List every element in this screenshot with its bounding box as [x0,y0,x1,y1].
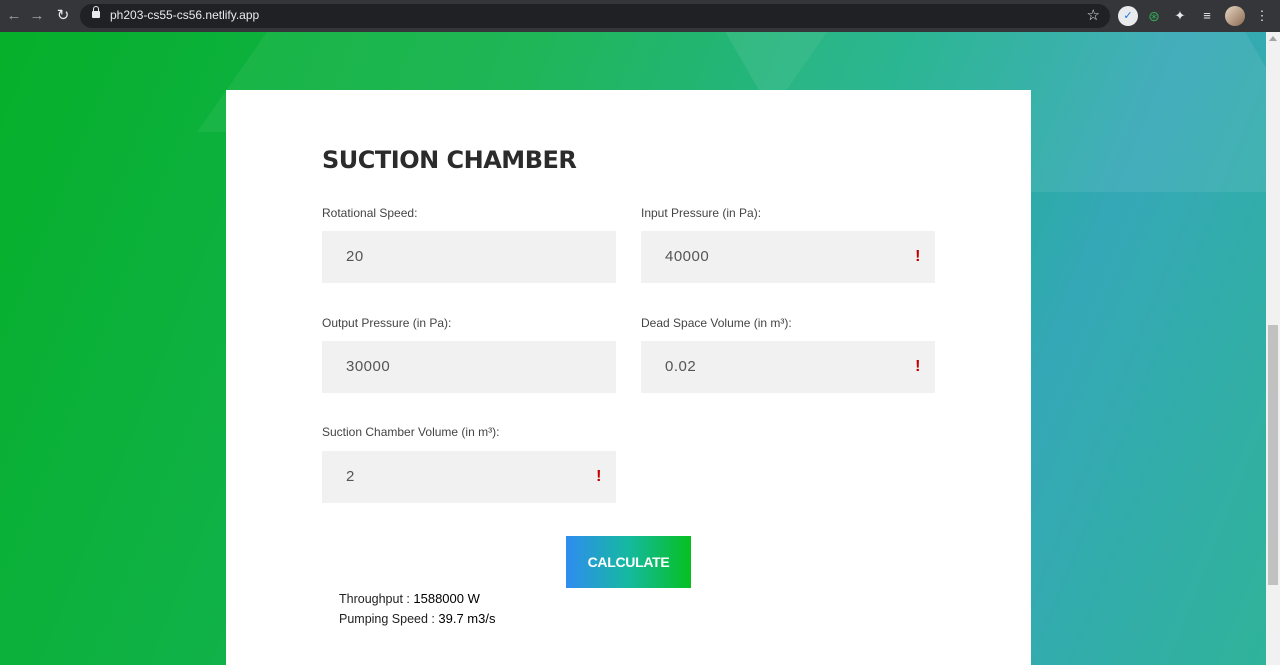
warning-icon: ! [915,358,921,375]
url-text: ph203-cs55-cs56.netlify.app [110,8,260,22]
suction-chamber-volume-value: 2 [346,468,355,485]
pumping-speed-label: Pumping Speed : [339,612,435,626]
output-pressure-value: 30000 [346,358,391,375]
output-pressure-label: Output Pressure (in Pa): [322,316,452,330]
output-pressure-input[interactable]: 30000 [322,341,616,393]
wifi-icon[interactable]: ⊛ [1144,6,1164,26]
warning-icon: ! [915,248,921,265]
throughput-value: 1588000 W [413,591,480,606]
browser-toolbar: ← → ↻ ph203-cs55-cs56.netlify.app ☆ ✓ ⊛ … [0,0,1280,32]
suction-chamber-volume-label: Suction Chamber Volume (in m³): [322,425,500,439]
pumping-speed-result: Pumping Speed : 39.7 m3/s [339,611,495,626]
queue-icon[interactable]: ≡ [1197,6,1217,26]
page-title: SUCTION CHAMBER [322,146,577,174]
dead-space-volume-value: 0.02 [665,358,697,375]
scrollbar-thumb[interactable] [1268,325,1278,585]
reload-icon[interactable]: ↻ [53,6,73,26]
forward-icon[interactable]: → [27,6,47,26]
lock-icon [92,6,100,18]
extension-icon[interactable]: ✓ [1118,6,1138,26]
throughput-label: Throughput : [339,592,410,606]
calculate-button[interactable]: CALCULATE [566,536,691,588]
address-bar[interactable]: ph203-cs55-cs56.netlify.app ☆ [80,4,1110,28]
suction-chamber-volume-input[interactable]: 2 ! [322,451,616,503]
dead-space-volume-input[interactable]: 0.02 ! [641,341,935,393]
avatar-icon[interactable] [1225,6,1245,26]
calculator-card: SUCTION CHAMBER Rotational Speed: 20 Inp… [226,90,1031,665]
rotational-speed-value: 20 [346,248,364,265]
input-pressure-label: Input Pressure (in Pa): [641,206,762,220]
throughput-result: Throughput : 1588000 W [339,591,480,606]
dead-space-volume-label: Dead Space Volume (in m³): [641,316,792,330]
pumping-speed-value: 39.7 m3/s [438,611,496,626]
back-icon[interactable]: ← [4,6,24,26]
puzzle-icon[interactable]: ✦ [1170,6,1190,26]
page-scrollbar[interactable] [1266,32,1280,665]
input-pressure-input[interactable]: 40000 ! [641,231,935,283]
rotational-speed-label: Rotational Speed: [322,206,418,220]
rotational-speed-input[interactable]: 20 [322,231,616,283]
warning-icon: ! [596,468,602,485]
scroll-up-icon[interactable] [1269,36,1277,41]
input-pressure-value: 40000 [665,248,710,265]
menu-icon[interactable]: ⋮ [1252,6,1272,26]
star-icon[interactable]: ☆ [1087,6,1100,24]
